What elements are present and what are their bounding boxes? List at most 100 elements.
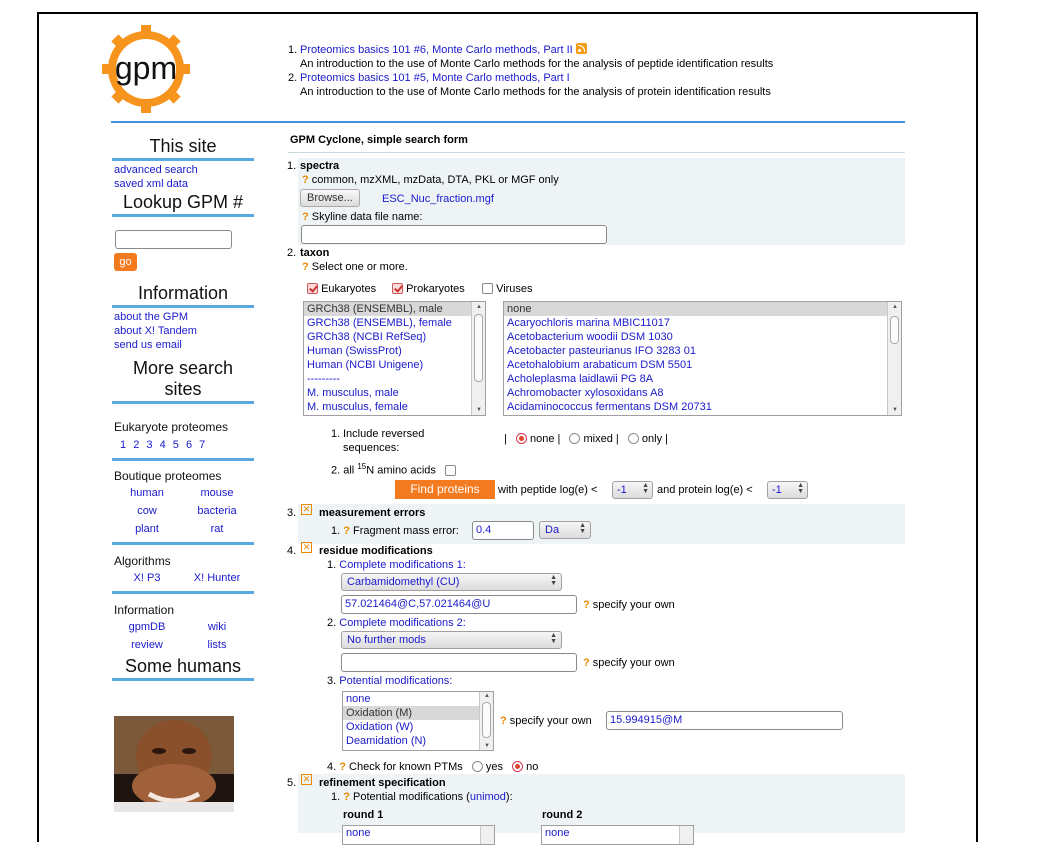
euk-link-1[interactable]: 1 [118,439,128,451]
taxon-option[interactable]: Acetobacterium woodii DSM 1030 [504,330,901,344]
cm2-link[interactable]: Complete modifications 2: [339,617,466,629]
euk-link-3[interactable]: 3 [144,439,154,451]
potential-mods-list[interactable]: none Oxidation (M) Oxidation (W) Deamida… [342,691,494,751]
algorithm-link-xhunter[interactable]: X! Hunter [182,571,252,585]
round-1-list[interactable]: none [342,825,495,845]
eukaryote-taxon-list[interactable]: GRCh38 (ENSEMBL), male GRCh38 (ENSEMBL),… [303,301,486,416]
prokaryote-taxon-list[interactable]: none Acaryochloris marina MBIC11017 Acet… [503,301,902,416]
help-icon[interactable]: ? [339,761,346,773]
info-link-gpmdb[interactable]: gpmDB [112,620,182,634]
peptide-loge-select[interactable]: -1 ▲ ▼ [612,481,653,499]
cm1-link[interactable]: Complete modifications 1: [339,559,466,571]
scrollbar-thumb[interactable] [474,314,483,382]
scrollbar[interactable] [679,826,693,844]
scrollbar[interactable]: ▲ ▼ [479,692,493,750]
round-2-list[interactable]: none [541,825,694,845]
reversed-mixed-radio[interactable] [569,433,581,444]
news-item-1[interactable]: Proteomics basics 101 #6, Monte Carlo me… [300,43,587,57]
round-2-option[interactable]: none [542,826,693,840]
complete-mods-2-input[interactable] [341,653,577,672]
protein-loge-select[interactable]: -1 ▲ ▼ [767,481,808,499]
scroll-up-icon[interactable]: ▲ [484,693,490,699]
euk-link-7[interactable]: 7 [197,439,207,451]
about-gpm-link[interactable]: about the GPM [112,310,254,324]
prokaryotes-option[interactable]: Prokaryotes [392,282,465,296]
mod-option[interactable]: Deamidation (N) [343,734,493,748]
boutique-link-mouse[interactable]: mouse [182,486,252,500]
spinner-icon[interactable]: ▲ ▼ [579,522,586,535]
send-email-link[interactable]: send us email [112,338,254,352]
rss-icon[interactable] [575,43,587,54]
scroll-up-icon[interactable]: ▲ [476,304,482,310]
n15-checkbox[interactable] [444,464,456,476]
taxon-option[interactable]: M. musculus, female [304,400,485,414]
collapse-icon[interactable]: ✕ [301,774,312,785]
round-1-option[interactable]: none [343,826,494,840]
find-proteins-button[interactable]: Find proteins [395,480,495,499]
boutique-link-plant[interactable]: plant [112,522,182,536]
help-icon[interactable]: ? [302,211,309,223]
complete-mods-2-select[interactable]: No further mods ▲ ▼ [341,631,562,649]
taxon-option[interactable]: Human (SwissProt) [304,344,485,358]
reversed-none-radio[interactable] [515,433,527,444]
collapse-icon[interactable]: ✕ [301,504,312,515]
dropdown-icon[interactable]: ▲ ▼ [550,632,557,645]
complete-mods-1-select[interactable]: Carbamidomethyl (CU) ▲ ▼ [341,573,562,591]
complete-mods-1-input[interactable]: 57.021464@C,57.021464@U [341,595,577,614]
go-button[interactable]: go [114,253,137,271]
euk-link-5[interactable]: 5 [171,439,181,451]
info-link-lists[interactable]: lists [182,638,252,652]
about-xtandem-link[interactable]: about X! Tandem [112,324,254,338]
taxon-option[interactable]: GRCh38 (ENSEMBL), male [304,302,485,316]
help-icon[interactable]: ? [583,657,590,669]
unimod-link[interactable]: unimod [470,791,506,803]
euk-link-2[interactable]: 2 [131,439,141,451]
taxon-option[interactable]: M. musculus, male [304,386,485,400]
help-icon[interactable]: ? [583,599,590,611]
viruses-option[interactable]: Viruses [482,282,533,296]
collapse-icon[interactable]: ✕ [301,542,312,553]
boutique-link-cow[interactable]: cow [112,504,182,518]
taxon-option[interactable]: Acaryochloris marina MBIC11017 [504,316,901,330]
info-link-review[interactable]: review [112,638,182,652]
news-link-2[interactable]: Proteomics basics 101 #5, Monte Carlo me… [300,71,570,85]
dropdown-icon[interactable]: ▲ ▼ [550,574,557,587]
help-icon[interactable]: ? [343,791,350,803]
help-icon[interactable]: ? [500,715,507,727]
ptm-no-radio[interactable] [512,761,524,772]
scrollbar-thumb[interactable] [890,316,899,344]
gpm-logo[interactable]: gpm [101,24,191,114]
scroll-down-icon[interactable]: ▼ [484,743,490,749]
euk-link-6[interactable]: 6 [184,439,194,451]
taxon-option[interactable]: Achromobacter xylosoxidans A8 [504,386,901,400]
eukaryotes-option[interactable]: Eukaryotes [307,282,376,296]
scroll-up-icon[interactable]: ▲ [892,304,898,310]
mod-option[interactable]: Oxidation (W) [343,720,493,734]
taxon-option[interactable]: Acetohalobium arabaticum DSM 5501 [504,358,901,372]
pm-link[interactable]: Potential modifications: [339,675,452,687]
taxon-option[interactable]: Human (NCBI Unigene) [304,358,485,372]
boutique-link-rat[interactable]: rat [182,522,252,536]
scrollbar-thumb[interactable] [482,702,491,738]
browse-button[interactable]: Browse... [300,189,360,207]
boutique-link-human[interactable]: human [112,486,182,500]
news-link-1[interactable]: Proteomics basics 101 #6, Monte Carlo me… [300,44,573,56]
ptm-yes-radio[interactable] [471,761,483,772]
taxon-option[interactable]: Acetobacter pasteurianus IFO 3283 01 [504,344,901,358]
taxon-option[interactable]: none [504,302,901,316]
algorithm-link-xp3[interactable]: X! P3 [112,571,182,585]
human-face-photo[interactable] [114,716,234,812]
eukaryotes-checkbox[interactable] [307,283,318,294]
taxon-option[interactable]: Acidaminococcus fermentans DSM 20731 [504,400,901,414]
taxon-option[interactable]: GRCh38 (ENSEMBL), female [304,316,485,330]
spinner-icon[interactable]: ▲ ▼ [642,482,649,495]
taxon-option[interactable]: --------- [304,372,485,386]
advanced-search-link[interactable]: advanced search [112,163,254,177]
help-icon[interactable]: ? [302,174,309,186]
fragment-unit-select[interactable]: Da ▲ ▼ [539,521,591,539]
taxon-option[interactable]: GRCh38 (NCBI RefSeq) [304,330,485,344]
spinner-icon[interactable]: ▲ ▼ [797,482,804,495]
taxon-option[interactable]: Acholeplasma laidlawii PG 8A [504,372,901,386]
scroll-down-icon[interactable]: ▼ [892,407,898,413]
scrollbar[interactable]: ▲ ▼ [471,302,485,415]
